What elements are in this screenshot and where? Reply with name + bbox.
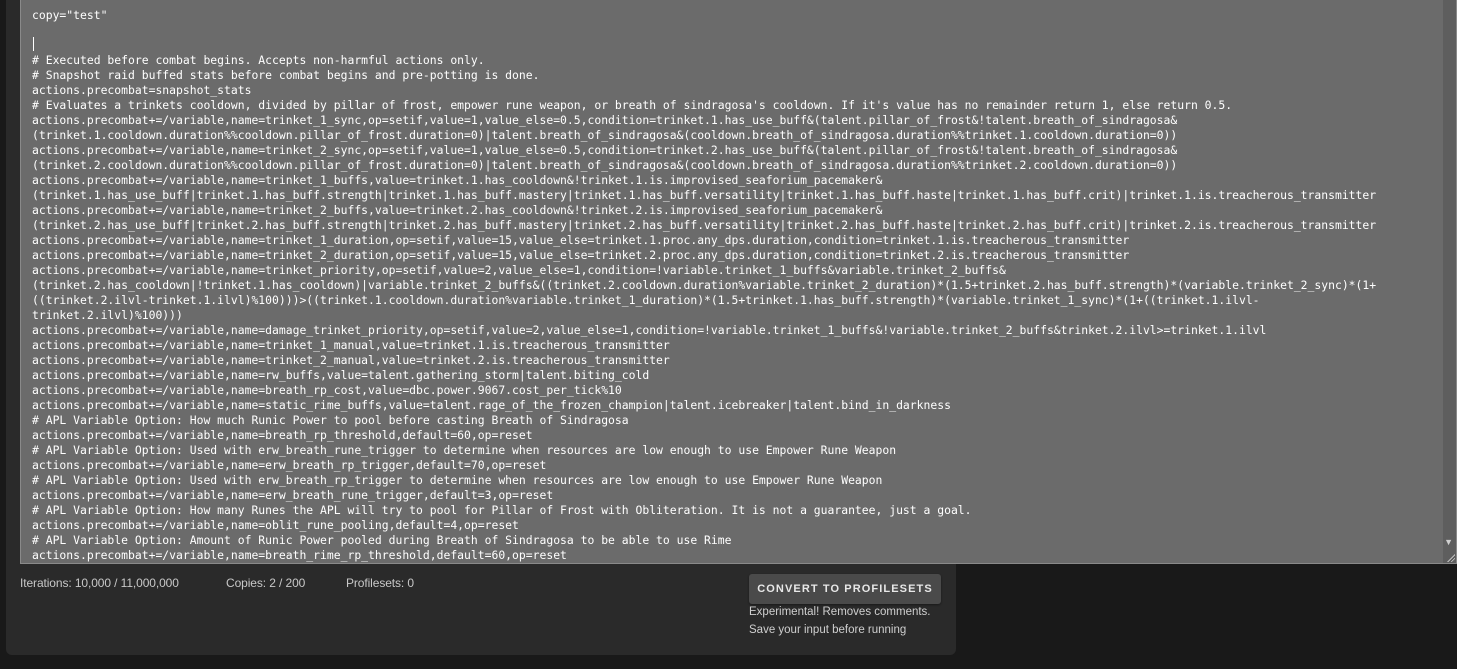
code-line: (trinket.1.cooldown.duration%%cooldown.p…	[32, 128, 1178, 142]
code-line: # APL Variable Option: How much Runic Po…	[32, 413, 629, 427]
editor-scrollbar[interactable]: ▼	[1443, 0, 1456, 563]
code-line: actions.precombat+=/variable,name=trinke…	[32, 173, 883, 187]
iterations-count: Iterations: 10,000 / 11,000,000	[20, 576, 179, 590]
code-line: actions.precombat+=/variable,name=erw_br…	[32, 458, 547, 472]
code-line: actions.precombat+=/variable,name=rw_buf…	[32, 368, 650, 382]
code-line: actions.precombat+=/variable,name=breath…	[32, 383, 622, 397]
resize-handle-icon[interactable]	[1446, 553, 1455, 562]
code-line: (trinket.2.has_use_buff|trinket.2.has_bu…	[32, 218, 1377, 232]
code-line: # Evaluates a trinkets cooldown, divided…	[32, 98, 1233, 112]
code-line: (trinket.2.cooldown.duration%%cooldown.p…	[32, 158, 1178, 172]
convert-to-profilesets-button[interactable]: CONVERT TO PROFILESETS	[749, 574, 941, 604]
code-line: actions.precombat+=/variable,name=breath…	[32, 548, 567, 562]
code-line: actions.precombat+=/variable,name=erw_br…	[32, 488, 554, 502]
scroll-down-arrow-icon[interactable]: ▼	[1444, 538, 1453, 547]
code-line: actions.precombat+=/variable,name=trinke…	[32, 248, 1130, 262]
code-line: ((trinket.2.ilvl-trinket.1.ilvl)%100)))>…	[32, 293, 1260, 307]
code-line: # APL Variable Option: How many Runes th…	[32, 503, 972, 517]
code-line: actions.precombat+=/variable,name=breath…	[32, 428, 533, 442]
convert-save-note: Save your input before running	[749, 624, 907, 636]
code-line: actions.precombat+=/variable,name=trinke…	[32, 263, 1006, 277]
code-line: actions.precombat+=/variable,name=trinke…	[32, 113, 1178, 127]
simc-input-textarea[interactable]: copy="test" # Executed before combat begi…	[20, 0, 1457, 564]
code-line: actions.precombat+=/variable,name=damage…	[32, 323, 1267, 337]
code-line: actions.precombat+=/variable,name=trinke…	[32, 233, 1130, 247]
copies-count: Copies: 2 / 200	[226, 576, 306, 590]
code-line: (trinket.2.has_cooldown|!trinket.1.has_c…	[32, 278, 1377, 292]
text-caret	[33, 37, 34, 51]
convert-warning-note: Experimental! Removes comments.	[749, 606, 931, 618]
code-line: actions.precombat+=/variable,name=trinke…	[32, 203, 883, 217]
simc-input-text: copy="test" # Executed before combat begi…	[32, 8, 1442, 563]
code-line: actions.precombat+=/variable,name=trinke…	[32, 143, 1178, 157]
profilesets-count: Profilesets: 0	[346, 576, 414, 590]
code-line: # APL Variable Option: Used with erw_bre…	[32, 473, 883, 487]
code-line: # APL Variable Option: Used with erw_bre…	[32, 443, 897, 457]
code-line: trinket.2.ilvl)%100)))	[32, 308, 183, 322]
code-line: # APL Variable Option: Amount of Runic P…	[32, 533, 732, 547]
code-line: copy="test"	[32, 8, 108, 22]
code-line: actions.precombat=snapshot_stats	[32, 83, 252, 97]
code-line: actions.precombat+=/variable,name=static…	[32, 398, 951, 412]
code-line: actions.precombat+=/variable,name=trinke…	[32, 353, 670, 367]
code-line: (trinket.1.has_use_buff|trinket.1.has_bu…	[32, 188, 1377, 202]
code-line: # Executed before combat begins. Accepts…	[32, 53, 485, 67]
code-line: actions.precombat+=/variable,name=trinke…	[32, 338, 670, 352]
code-line: # Snapshot raid buffed stats before comb…	[32, 68, 540, 82]
code-line: actions.precombat+=/variable,name=oblit_…	[32, 518, 519, 532]
